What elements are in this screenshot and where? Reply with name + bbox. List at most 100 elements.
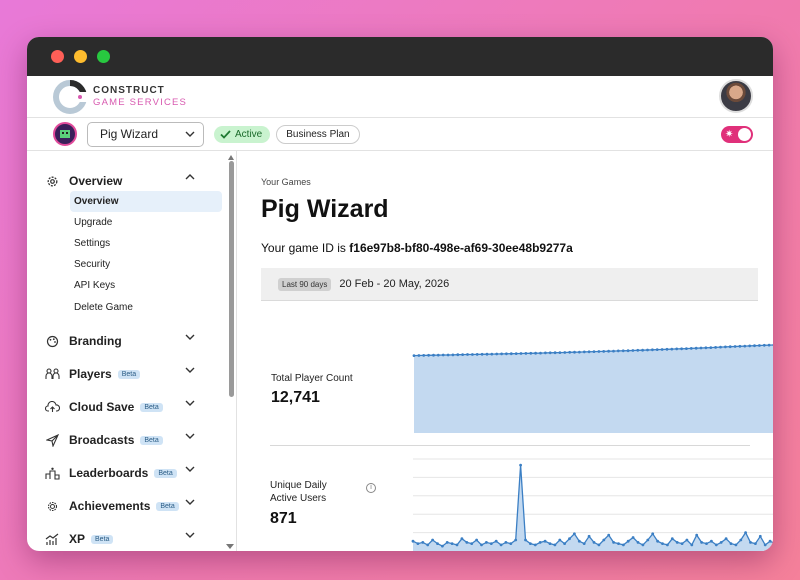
sidebar-section-achievements[interactable]: Achievements Beta: [43, 496, 195, 516]
data-point: [519, 463, 522, 467]
data-point: [411, 539, 415, 543]
data-point: [455, 543, 459, 547]
data-point: [538, 541, 542, 544]
brand-subtitle: GAME SERVICES: [93, 96, 188, 108]
data-point: [417, 354, 421, 357]
sidebar-section-xp[interactable]: XP Beta: [43, 529, 195, 549]
check-icon: [220, 129, 231, 139]
window-titlebar: [27, 37, 773, 76]
podium-icon: [43, 467, 61, 480]
data-point: [626, 349, 630, 353]
data-point: [710, 539, 713, 543]
data-point: [739, 538, 743, 542]
sidebar-section-label: Leaderboards: [69, 466, 149, 480]
data-point: [749, 541, 752, 544]
game-id-line: Your game ID is f16e97b8-bf80-498e-af69-…: [261, 241, 573, 255]
toggle-knob: [738, 128, 751, 141]
game-select[interactable]: Pig Wizard: [87, 121, 204, 147]
status-badge-label: Active: [235, 128, 263, 140]
chevron-down-icon: [185, 367, 195, 373]
sidebar-section-branding[interactable]: Branding: [43, 331, 195, 351]
scroll-down-arrow[interactable]: [226, 544, 234, 549]
data-point: [675, 347, 679, 351]
sidebar-section-label: XP: [69, 532, 86, 546]
data-point: [519, 352, 523, 355]
data-point: [738, 344, 742, 348]
data-point: [641, 348, 644, 352]
data-point: [719, 541, 723, 544]
sidebar-item-upgrade[interactable]: Upgrade: [70, 212, 222, 233]
chevron-down-icon: [185, 433, 195, 439]
data-point: [568, 537, 571, 541]
range-chip[interactable]: Last 90 days: [278, 277, 332, 291]
sidebar-section-broadcasts[interactable]: Broadcasts Beta: [43, 430, 195, 450]
minimize-window-button[interactable]: [74, 50, 87, 63]
date-range-bar: Last 90 days 20 Feb - 20 May, 2026: [261, 268, 758, 301]
data-point: [582, 542, 586, 545]
data-point: [767, 343, 771, 347]
sidebar-item-delete-game[interactable]: Delete Game: [70, 297, 222, 318]
series-area: [413, 465, 773, 551]
data-point: [704, 346, 708, 350]
data-point: [500, 352, 503, 356]
construct-logo[interactable]: CONSTRUCT GAME SERVICES: [53, 79, 188, 114]
data-point: [763, 543, 767, 547]
beta-badge: Beta: [140, 402, 163, 412]
sidebar-item-api-keys[interactable]: API Keys: [70, 275, 222, 296]
beta-badge: Beta: [117, 369, 141, 379]
data-point: [534, 351, 537, 355]
data-point: [670, 537, 674, 541]
sidebar-scrollbar[interactable]: [229, 161, 234, 397]
sidebar-item-overview[interactable]: Overview: [70, 191, 222, 212]
data-point: [656, 539, 659, 543]
players-icon: [43, 368, 61, 380]
sidebar-item-security[interactable]: Security: [70, 254, 222, 275]
plan-badge[interactable]: Business Plan: [276, 124, 360, 144]
data-point: [612, 541, 615, 544]
data-point: [460, 537, 464, 541]
data-point: [499, 543, 503, 547]
theme-toggle[interactable]: ✷: [721, 126, 753, 143]
page-title: Pig Wizard: [261, 195, 389, 223]
sidebar-section-cloud-save[interactable]: Cloud Save Beta: [43, 397, 195, 417]
data-point: [622, 543, 625, 547]
sidebar-section-players[interactable]: Players Beta: [43, 364, 195, 384]
data-point: [553, 543, 557, 547]
data-point: [529, 351, 533, 355]
data-point: [758, 534, 762, 538]
breadcrumb[interactable]: Your Games: [261, 177, 757, 187]
data-point: [563, 542, 566, 545]
sidebar-section-label: Branding: [69, 334, 122, 348]
app-window: CONSTRUCT GAME SERVICES Pig Wizard Activ…: [27, 37, 773, 551]
data-point: [705, 542, 708, 545]
data-point: [646, 538, 650, 542]
scroll-up-arrow[interactable]: [228, 155, 234, 160]
dau-label-line-1: Unique Daily: [270, 480, 327, 491]
data-point: [514, 538, 518, 542]
data-point: [456, 353, 460, 357]
close-window-button[interactable]: [51, 50, 64, 63]
data-point: [666, 543, 669, 547]
info-icon[interactable]: i: [366, 483, 376, 493]
data-point: [524, 538, 527, 542]
data-point: [665, 347, 669, 351]
user-avatar[interactable]: [719, 79, 753, 113]
data-point: [548, 542, 552, 545]
sidebar-section-leaderboards[interactable]: Leaderboards Beta: [43, 463, 195, 483]
data-point: [646, 348, 649, 352]
data-point: [724, 345, 727, 349]
sidebar-section-label: Players: [69, 367, 112, 381]
data-point: [602, 538, 606, 542]
sidebar-section-overview[interactable]: Overview: [43, 171, 195, 191]
maximize-window-button[interactable]: [97, 50, 110, 63]
data-point: [529, 542, 532, 545]
sidebar-item-settings[interactable]: Settings: [70, 233, 222, 254]
data-point: [436, 542, 439, 545]
data-point: [607, 349, 610, 353]
sidebar-section-label: Overview: [69, 174, 123, 188]
data-point: [616, 349, 620, 353]
beta-badge: Beta: [156, 501, 179, 511]
data-point: [685, 347, 688, 350]
data-point: [597, 543, 601, 547]
data-point: [568, 350, 572, 354]
